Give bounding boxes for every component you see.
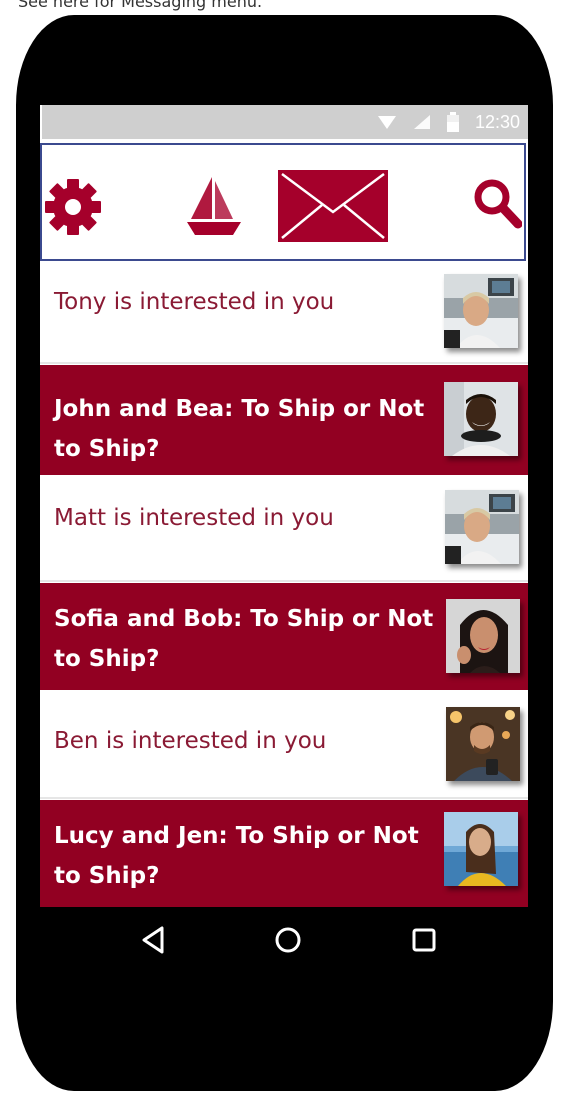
- main-toolbar: [40, 143, 526, 261]
- mail-icon[interactable]: [278, 170, 388, 242]
- message-row-matt[interactable]: Matt is interested in you: [40, 476, 528, 582]
- caption-text: See here for Messaging menu.: [18, 0, 263, 11]
- avatar-photo-sofia: [446, 599, 520, 673]
- message-text: Matt is interested in you: [54, 505, 334, 531]
- wifi-icon: [377, 116, 396, 129]
- message-row-tony[interactable]: Tony is interested in you: [40, 262, 528, 364]
- message-text: John and Bea: To Ship or Not to Ship?: [54, 396, 425, 462]
- battery-icon: [446, 112, 459, 132]
- message-text: Ben is interested in you: [54, 728, 327, 754]
- avatar-photo-ben: [446, 707, 520, 781]
- status-bar: 12:30: [42, 105, 528, 139]
- avatar-photo-john: [444, 382, 518, 456]
- message-row-sofia-bob[interactable]: Sofia and Bob: To Ship or Not to Ship?: [40, 583, 528, 690]
- message-row-lucy-jen[interactable]: Lucy and Jen: To Ship or Not to Ship?: [40, 800, 528, 907]
- back-icon[interactable]: [136, 922, 172, 958]
- message-text: Sofia and Bob: To Ship or Not to Ship?: [54, 606, 434, 672]
- avatar-photo-lucy: [444, 812, 518, 886]
- message-row-john-bea[interactable]: John and Bea: To Ship or Not to Ship?: [40, 365, 528, 475]
- status-time: 12:30: [474, 111, 520, 132]
- message-row-ben[interactable]: Ben is interested in you: [40, 691, 528, 799]
- sailboat-icon[interactable]: [185, 175, 243, 237]
- recents-icon[interactable]: [406, 922, 442, 958]
- message-text: Tony is interested in you: [54, 289, 335, 315]
- gear-icon[interactable]: [45, 179, 101, 235]
- navigation-bar: [40, 908, 528, 972]
- home-icon[interactable]: [270, 922, 306, 958]
- avatar-photo-tony: [444, 274, 518, 348]
- search-icon[interactable]: [472, 177, 522, 229]
- avatar-photo-matt: [445, 490, 519, 564]
- phone-screen: 12:30 Tony is interested in you John and…: [40, 105, 528, 907]
- message-text: Lucy and Jen: To Ship or Not to Ship?: [54, 823, 419, 889]
- signal-icon: [413, 115, 430, 129]
